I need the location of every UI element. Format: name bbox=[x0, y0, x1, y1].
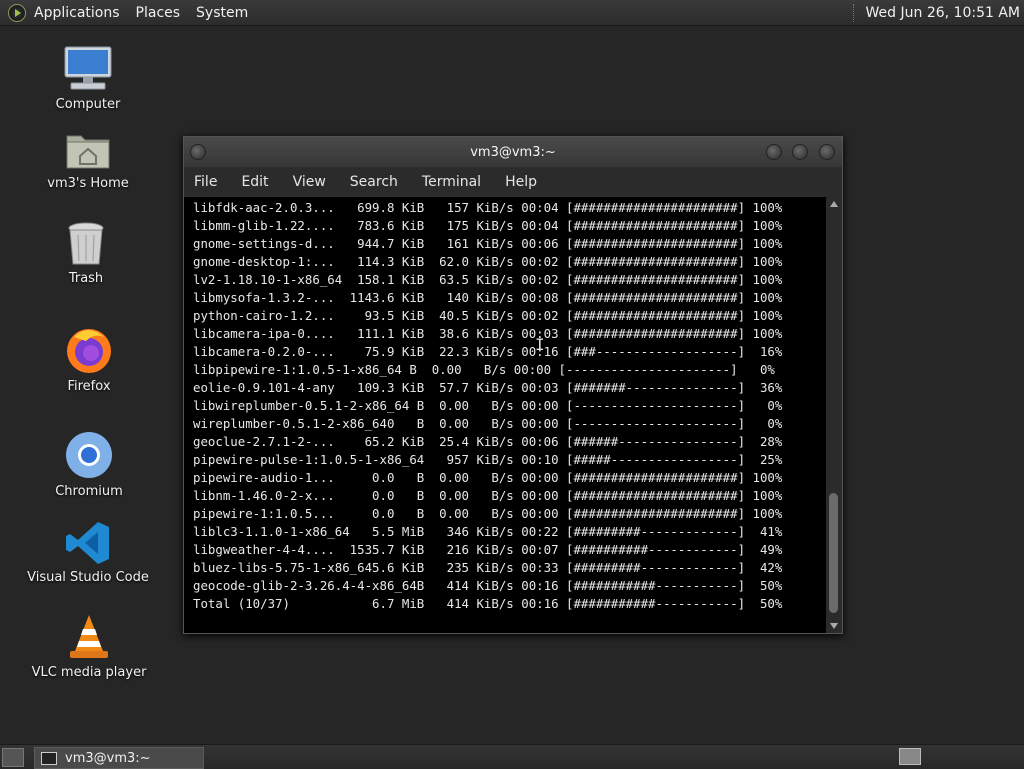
terminal-scrollbar[interactable] bbox=[826, 197, 842, 633]
menu-search[interactable]: Search bbox=[350, 174, 398, 190]
terminal-icon bbox=[41, 751, 57, 765]
menu-file[interactable]: File bbox=[194, 174, 217, 190]
terminal-line: gnome-desktop-1:... 114.3 KiB 62.0 KiB/s… bbox=[193, 254, 783, 269]
distro-logo-icon[interactable] bbox=[8, 3, 26, 22]
terminal-line: libcamera-ipa-0.... 111.1 KiB 38.6 KiB/s… bbox=[193, 326, 783, 341]
terminal-line: Total (10/37) 6.7 MiB 414 KiB/s 00:16 [#… bbox=[193, 596, 783, 611]
desktop-icon-label: vm3's Home bbox=[47, 176, 129, 191]
vscode-icon bbox=[66, 522, 109, 564]
terminal-line: lv2-1.18.10-1-x86_64 158.1 KiB 63.5 KiB/… bbox=[193, 272, 783, 287]
minimize-icon[interactable] bbox=[766, 144, 782, 160]
firefox-icon bbox=[67, 329, 111, 373]
desktop-icon-firefox[interactable]: Firefox bbox=[24, 325, 154, 394]
terminal-line: python-cairo-1.2... 93.5 KiB 40.5 KiB/s … bbox=[193, 308, 783, 323]
window-menu-icon[interactable] bbox=[190, 144, 206, 160]
window-titlebar[interactable]: vm3@vm3:~ bbox=[184, 137, 842, 167]
terminal-line: libcamera-0.2.0-... 75.9 KiB 22.3 KiB/s … bbox=[193, 344, 783, 359]
taskbar-window-button[interactable]: vm3@vm3:~ bbox=[34, 747, 204, 769]
terminal-line: libfdk-aac-2.0.3... 699.8 KiB 157 KiB/s … bbox=[193, 200, 783, 215]
desktop-icon-home[interactable]: vm3's Home bbox=[23, 128, 153, 191]
menu-places[interactable]: Places bbox=[136, 5, 181, 21]
close-icon[interactable] bbox=[819, 144, 835, 160]
desktop-icon-trash[interactable]: Trash bbox=[21, 221, 151, 286]
desktop-icon-label: Chromium bbox=[55, 484, 123, 499]
menu-system[interactable]: System bbox=[196, 5, 248, 21]
workspace-switcher[interactable] bbox=[899, 748, 921, 765]
menu-edit[interactable]: Edit bbox=[241, 174, 268, 190]
terminal-output[interactable]: libfdk-aac-2.0.3... 699.8 KiB 157 KiB/s … bbox=[184, 197, 826, 633]
top-panel: Applications Places System Wed Jun 26, 1… bbox=[0, 0, 1024, 26]
terminal-line: gnome-settings-d... 944.7 KiB 161 KiB/s … bbox=[193, 236, 783, 251]
clock-area: Wed Jun 26, 10:51 AM bbox=[852, 0, 1020, 25]
desktop-icon-vscode[interactable]: Visual Studio Code bbox=[23, 520, 153, 585]
desktop-icon-chromium[interactable]: Chromium bbox=[24, 430, 154, 499]
menu-terminal[interactable]: Terminal bbox=[422, 174, 481, 190]
terminal-line: libmysofa-1.3.2-... 1143.6 KiB 140 KiB/s… bbox=[193, 290, 783, 305]
scroll-up-icon[interactable] bbox=[830, 201, 838, 207]
terminal-line: geoclue-2.7.1-2-... 65.2 KiB 25.4 KiB/s … bbox=[193, 434, 783, 449]
terminal-line: pipewire-1:1.0.5... 0.0 B 0.00 B/s 00:00… bbox=[193, 506, 783, 521]
taskbar-window-label: vm3@vm3:~ bbox=[65, 750, 151, 766]
scroll-down-icon[interactable] bbox=[830, 623, 838, 629]
clock[interactable]: Wed Jun 26, 10:51 AM bbox=[866, 5, 1020, 21]
terminal-line: bluez-libs-5.75-1-x86_645.6 KiB 235 KiB/… bbox=[193, 560, 783, 575]
desktop-icon-label: Visual Studio Code bbox=[27, 570, 149, 585]
menu-help[interactable]: Help bbox=[505, 174, 537, 190]
vlc-icon bbox=[70, 615, 108, 658]
desktop-icon-label: VLC media player bbox=[31, 665, 147, 680]
home-folder-icon bbox=[66, 135, 110, 169]
menu-view[interactable]: View bbox=[293, 174, 326, 190]
desktop-icon-computer[interactable]: Computer bbox=[23, 45, 153, 112]
terminal-line: pipewire-pulse-1:1.0.5-1-x86_64 957 KiB/… bbox=[193, 452, 783, 467]
terminal-menubar: File Edit View Search Terminal Help bbox=[184, 167, 842, 197]
terminal-line: pipewire-audio-1... 0.0 B 0.00 B/s 00:00… bbox=[193, 470, 783, 485]
show-desktop-icon[interactable] bbox=[2, 748, 24, 767]
terminal-line: eolie-0.9.101-4-any 109.3 KiB 57.7 KiB/s… bbox=[193, 380, 783, 395]
maximize-icon[interactable] bbox=[792, 144, 808, 160]
desktop-icon-label: Computer bbox=[55, 97, 121, 112]
terminal-line: geocode-glib-2-3.26.4-4-x86_64B 414 KiB/… bbox=[193, 578, 783, 593]
terminal-line: libmm-glib-1.22.... 783.6 KiB 175 KiB/s … bbox=[193, 218, 783, 233]
terminal-window[interactable]: vm3@vm3:~ File Edit View Search Terminal… bbox=[183, 136, 843, 634]
panel-separator bbox=[852, 3, 856, 22]
terminal-line: libnm-1.46.0-2-x... 0.0 B 0.00 B/s 00:00… bbox=[193, 488, 783, 503]
terminal-line: wireplumber-0.5.1-2-x86_640 B 0.00 B/s 0… bbox=[193, 416, 783, 431]
terminal-line: liblc3-1.1.0-1-x86_64 5.5 MiB 346 KiB/s … bbox=[193, 524, 783, 539]
window-title: vm3@vm3:~ bbox=[470, 144, 556, 160]
chromium-icon bbox=[66, 432, 112, 478]
terminal-line: libgweather-4-4.... 1535.7 KiB 216 KiB/s… bbox=[193, 542, 783, 557]
terminal-line: libpipewire-1:1.0.5-1-x86_64 B 0.00 B/s … bbox=[193, 362, 775, 377]
computer-icon bbox=[64, 46, 112, 90]
text-cursor-icon: I bbox=[535, 335, 545, 354]
bottom-panel: vm3@vm3:~ bbox=[0, 744, 1024, 769]
terminal-line: libwireplumber-0.5.1-2-x86_64 B 0.00 B/s… bbox=[193, 398, 783, 413]
menu-applications[interactable]: Applications bbox=[34, 5, 120, 21]
scroll-thumb[interactable] bbox=[829, 493, 838, 613]
desktop-icon-label: Firefox bbox=[67, 379, 111, 394]
desktop-icon-label: Trash bbox=[68, 271, 104, 286]
desktop-icon-vlc[interactable]: VLC media player bbox=[24, 613, 154, 680]
trash-icon bbox=[68, 222, 104, 265]
